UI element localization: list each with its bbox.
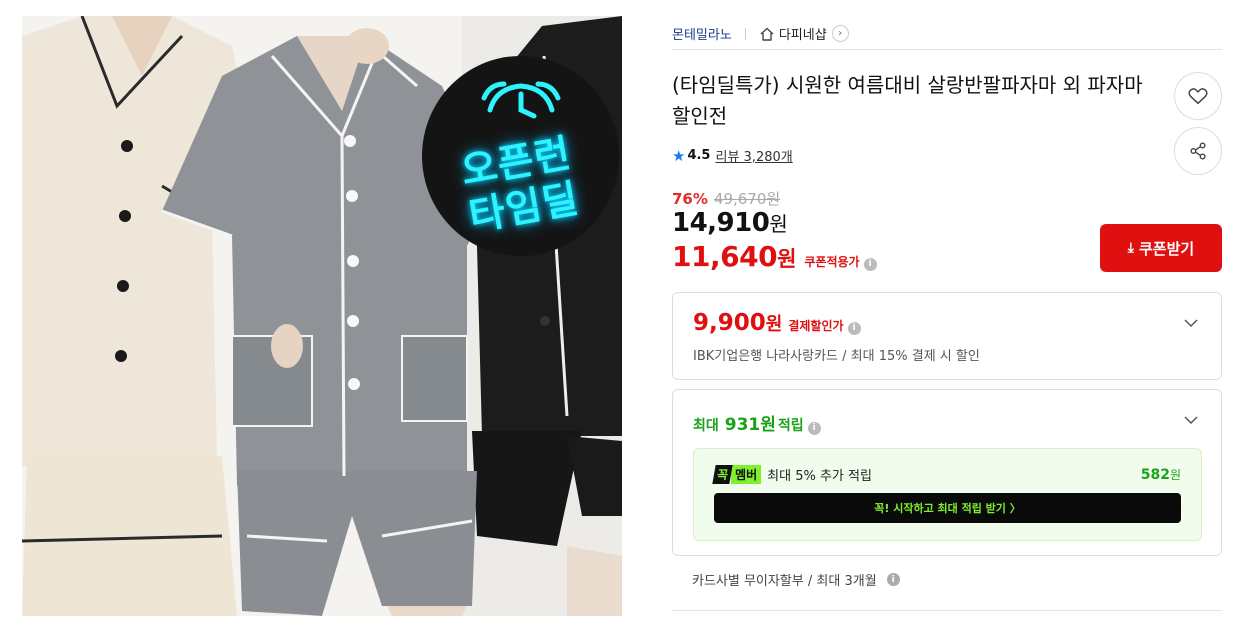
installment-row: 카드사별 무이자할부 / 최대 3개월 i	[692, 570, 900, 589]
product-image[interactable]: 오픈런 타임딜	[22, 16, 622, 616]
sale-price-number: 14,910	[672, 208, 770, 238]
coupon-price: 11,640 원 쿠폰적용가 i	[672, 240, 877, 273]
shop-arrow-icon[interactable]: ›	[831, 25, 849, 42]
product-title: (타임딜특가) 시원한 여름대비 살랑반팔파자마 외 파자마 할인전	[672, 73, 1143, 128]
star-icon: ★	[672, 146, 686, 165]
seller-bar: 몬테밀라노 다피네샵 ›	[672, 18, 1222, 50]
coupon-price-label: 쿠폰적용가	[804, 255, 860, 269]
points-box: 최대 931원 적립 i 꼭 멤버 최대 5% 추가 적립 582원 꼭! 시작…	[672, 389, 1222, 556]
heart-icon	[1188, 88, 1208, 105]
chevron-down-icon[interactable]	[1183, 315, 1199, 331]
product-info-panel: 몬테밀라노 다피네샵 › (타임딜특가) 시원한 여름대비 살랑반팔파자마 외 …	[672, 0, 1222, 626]
points-prefix: 최대	[693, 418, 719, 434]
payment-discount-box[interactable]: 9,900 원 결제할인가 i IBK기업은행 나라사랑카드 / 최대 15% …	[672, 292, 1222, 380]
seller-divider	[744, 27, 746, 40]
divider-line	[672, 610, 1222, 611]
chevron-down-icon[interactable]	[1183, 412, 1199, 428]
membership-logo: 꼭 멤버	[712, 465, 762, 484]
coupon-download-button[interactable]: ⤓ 쿠폰받기	[1100, 224, 1222, 272]
membership-logo-m: 멤버	[731, 465, 762, 484]
sale-price: 14,910원	[672, 208, 788, 238]
coupon-price-number: 11,640	[672, 240, 778, 273]
sale-price-unit: 원	[769, 212, 788, 236]
coupon-info-icon[interactable]: i	[863, 257, 877, 271]
home-icon	[760, 27, 774, 41]
time-deal-badge: 오픈런 타임딜	[422, 56, 619, 256]
shop-link[interactable]: 다피네샵	[779, 24, 827, 43]
alarm-clock-icon	[481, 81, 560, 119]
membership-points-unit: 원	[1169, 468, 1181, 482]
payment-price-number: 9,900	[693, 310, 766, 336]
download-icon: ⤓	[1127, 240, 1134, 256]
coupon-price-unit: 원	[777, 247, 797, 271]
brand-link[interactable]: 몬테밀라노	[672, 24, 732, 43]
share-button[interactable]	[1174, 127, 1222, 175]
membership-points-number: 582	[1140, 467, 1170, 483]
installment-info-icon[interactable]: i	[886, 573, 900, 586]
rating-row: ★ 4.5 리뷰 3,280개	[672, 146, 793, 166]
points-amount: 931원	[724, 415, 776, 435]
review-count-link[interactable]: 리뷰 3,280개	[715, 146, 792, 165]
payment-price-unit: 원	[765, 314, 783, 335]
membership-logo-k: 꼭	[712, 465, 733, 484]
discount-row: 76% 49,670원	[672, 188, 780, 209]
membership-description: 최대 5% 추가 적립	[767, 469, 872, 484]
membership-panel: 꼭 멤버 최대 5% 추가 적립 582원 꼭! 시작하고 최대 적립 받기 〉	[693, 448, 1202, 541]
rating-score: 4.5	[687, 148, 711, 163]
payment-info-icon[interactable]: i	[847, 321, 861, 335]
installment-text: 카드사별 무이자할부 / 최대 3개월	[692, 574, 877, 589]
original-price: 49,670원	[713, 190, 781, 208]
membership-points: 582원	[1141, 466, 1181, 483]
payment-discount-detail: IBK기업은행 나라사랑카드 / 최대 15% 결제 시 할인	[693, 349, 980, 364]
discount-percent: 76%	[672, 189, 708, 208]
wishlist-button[interactable]	[1174, 72, 1222, 120]
points-info-icon[interactable]: i	[807, 421, 821, 435]
payment-discount-label: 결제할인가	[788, 319, 844, 333]
membership-start-button[interactable]: 꼭! 시작하고 최대 적립 받기 〉	[714, 493, 1181, 523]
points-suffix: 적립	[777, 418, 804, 434]
coupon-button-label: 쿠폰받기	[1139, 239, 1195, 258]
share-icon	[1190, 142, 1206, 160]
